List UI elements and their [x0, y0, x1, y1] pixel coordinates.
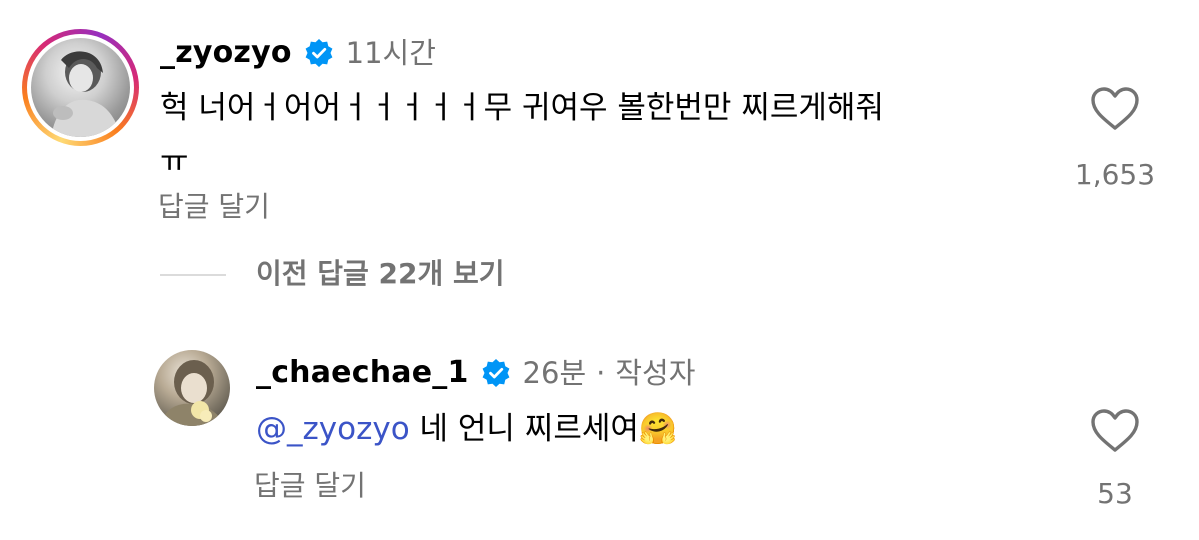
like-count: 53	[1097, 477, 1133, 510]
avatar	[154, 350, 230, 426]
like-count: 1,653	[1074, 158, 1156, 191]
avatar	[31, 38, 130, 137]
reply-header: _chaechae_1 26분 · 작성자	[256, 355, 695, 391]
like-button[interactable]	[1090, 86, 1140, 136]
comment-username[interactable]: _zyozyo	[160, 35, 292, 71]
comment-header: _zyozyo 11시간	[160, 35, 436, 71]
meta-separator: ·	[596, 356, 606, 390]
reply-message: 네 언니 찌르세여	[419, 411, 639, 447]
mention-link[interactable]: @_zyozyo	[256, 411, 410, 447]
comment-text-line-1: 헉 너어ㅓ어어ㅓㅓㅓㅓㅓ무 귀여우 볼한번만 찌르게해줘	[160, 90, 884, 126]
reply-button[interactable]: 답글 달기	[158, 189, 270, 225]
story-ring-avatar[interactable]	[22, 29, 139, 146]
comment-text-line-2: ㅠ	[160, 144, 189, 180]
view-previous-replies-button[interactable]: 이전 답글 22개 보기	[256, 256, 505, 292]
reply-button[interactable]: 답글 달기	[254, 468, 366, 504]
replies-divider	[160, 274, 226, 276]
avatar-ring-gap	[27, 34, 134, 141]
heart-outline-icon	[1091, 409, 1139, 452]
avatar-photo-icon	[160, 360, 224, 426]
author-tag: 작성자	[615, 356, 696, 390]
reply-text: @_zyozyo 네 언니 찌르세여🤗	[256, 403, 678, 455]
avatar-photo-icon	[51, 51, 121, 137]
like-button[interactable]	[1090, 408, 1140, 458]
reply-avatar-wrapper[interactable]	[154, 350, 230, 426]
comment-timestamp: 11시간	[345, 36, 436, 70]
hugging-face-emoji-icon: 🤗	[638, 411, 678, 447]
verified-badge-icon	[304, 38, 334, 68]
verified-badge-icon	[481, 358, 511, 388]
reply-username[interactable]: _chaechae_1	[256, 355, 469, 391]
reply-timestamp: 26분	[522, 356, 587, 390]
heart-outline-icon	[1091, 87, 1139, 130]
